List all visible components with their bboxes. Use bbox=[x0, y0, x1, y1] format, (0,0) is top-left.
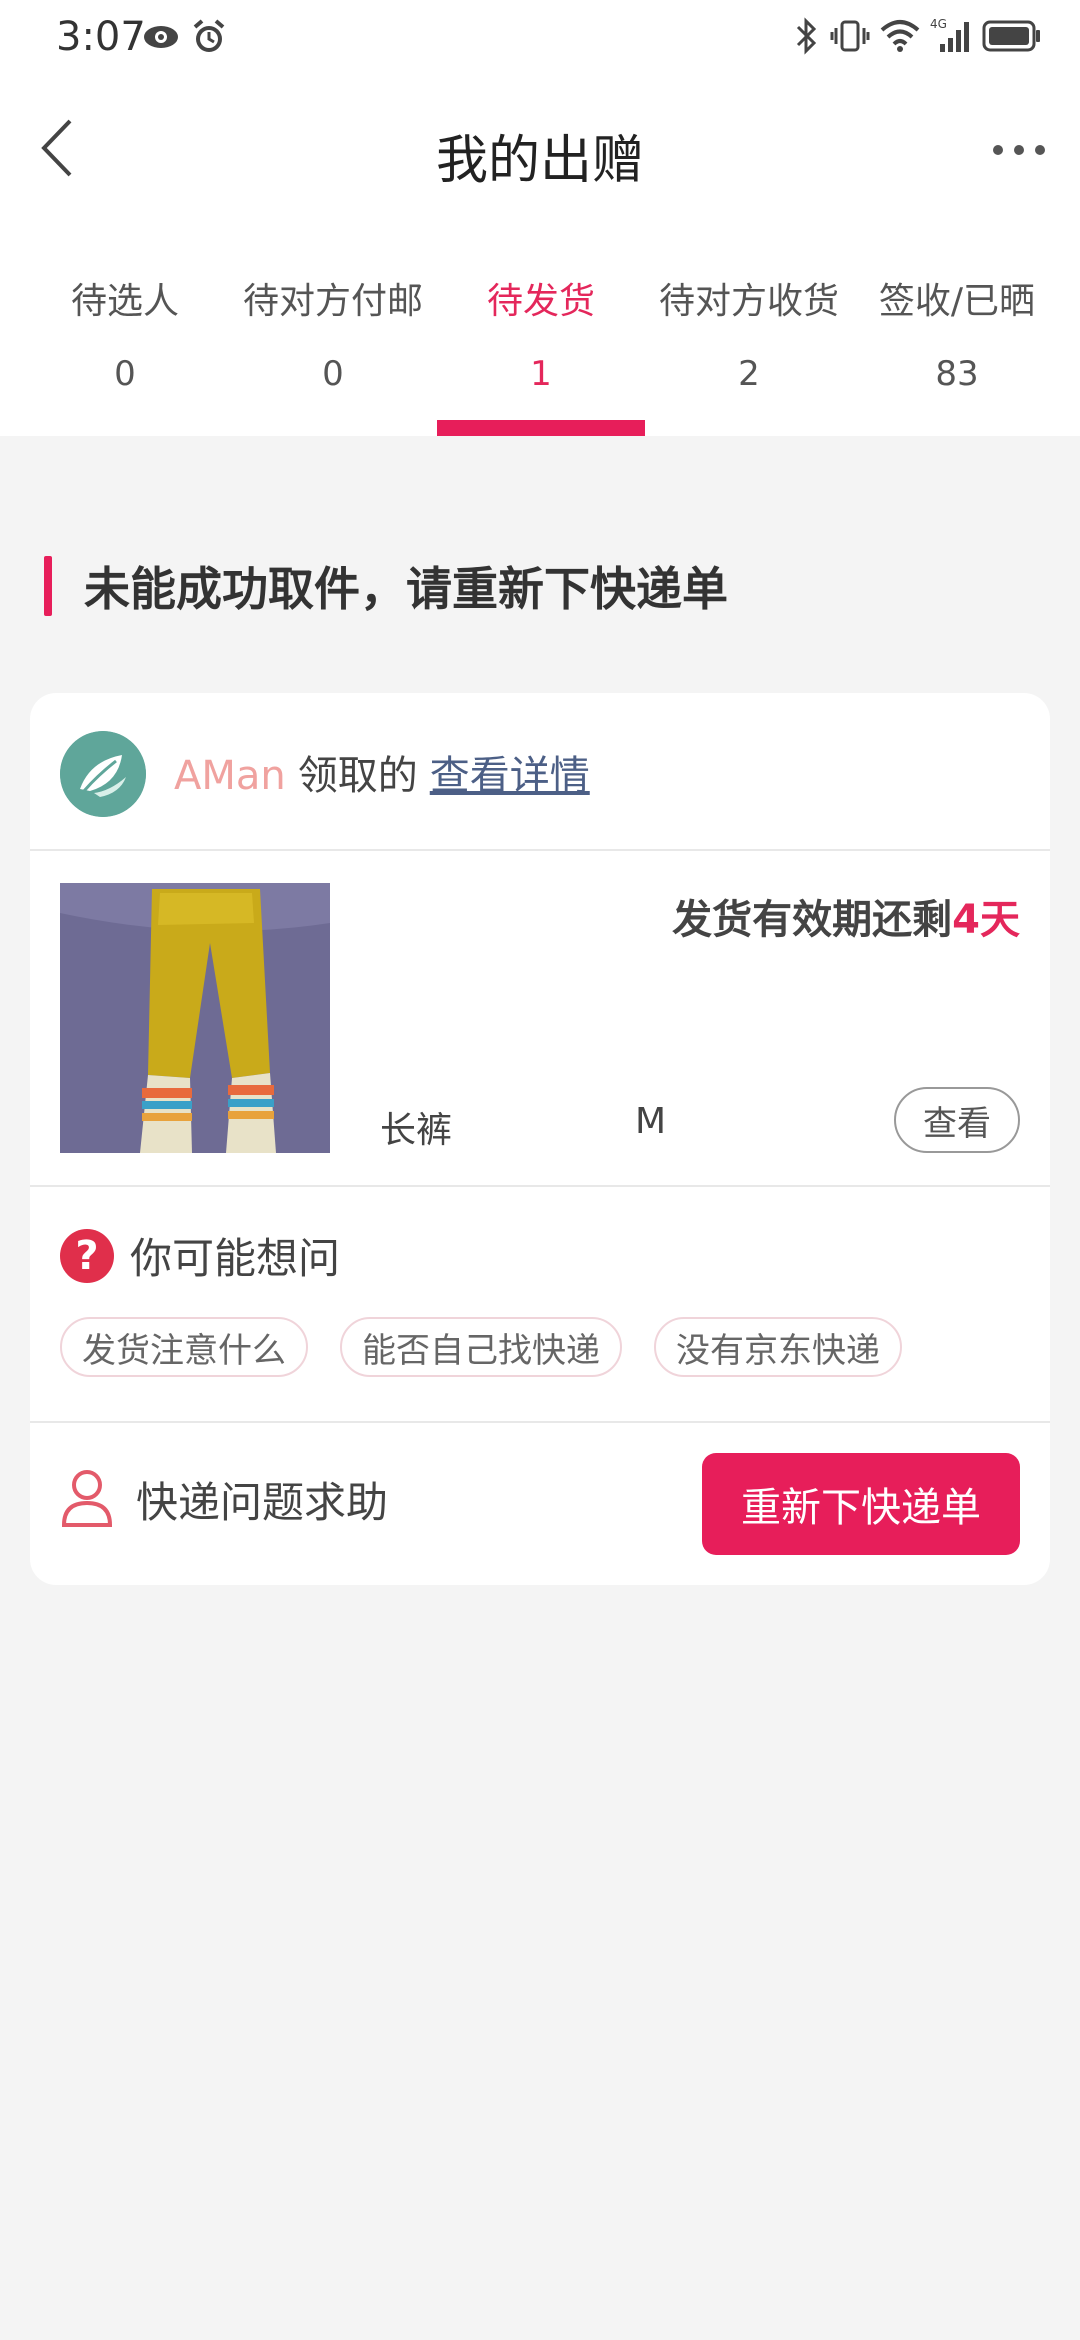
tab-count: 83 bbox=[935, 354, 979, 394]
tab-pending-receipt[interactable]: 待对方收货 2 bbox=[645, 272, 853, 436]
tab-pending-selection[interactable]: 待选人 0 bbox=[21, 272, 229, 436]
question-circle-icon: ? bbox=[60, 1228, 114, 1283]
signal-4g-icon: 4G bbox=[930, 16, 972, 60]
courier-help-label: 快递问题求助 bbox=[136, 1477, 389, 1527]
item-name: 长裤 bbox=[380, 1110, 453, 1151]
eye-icon bbox=[142, 18, 180, 60]
status-tabs: 待选人 0 待对方付邮 0 待发货 1 待对方收货 2 签收/已晒 83 bbox=[0, 226, 1080, 436]
header: 我的出赠 bbox=[0, 76, 1080, 226]
bluetooth-icon bbox=[794, 16, 820, 60]
heading-accent-bar bbox=[44, 556, 52, 616]
view-details-link[interactable]: 查看详情 bbox=[430, 753, 590, 799]
status-time: 3:07 bbox=[56, 14, 146, 60]
page-title: 我的出赠 bbox=[435, 131, 644, 191]
courier-help-row: 快递问题求助 重新下快递单 bbox=[30, 1423, 1050, 1585]
tab-pending-postage[interactable]: 待对方付邮 0 bbox=[229, 272, 437, 436]
person-icon bbox=[60, 1467, 114, 1531]
tab-pending-shipment[interactable]: 待发货 1 bbox=[437, 272, 645, 436]
view-item-button[interactable]: 查看 bbox=[894, 1087, 1020, 1153]
deadline-days: 4天 bbox=[952, 897, 1020, 943]
faq-chip-shipping-notes[interactable]: 发货注意什么 bbox=[60, 1317, 308, 1377]
more-horizontal-icon bbox=[991, 142, 1047, 161]
active-tab-indicator bbox=[437, 420, 645, 436]
wifi-icon bbox=[880, 18, 920, 58]
status-bar: 3:07 4G bbox=[0, 0, 1080, 76]
faq-title: 你可能想问 bbox=[130, 1234, 341, 1283]
tab-label: 待选人 bbox=[70, 281, 179, 322]
faq-section: ? 你可能想问 发货注意什么 能否自己找快递 没有京东快递 bbox=[30, 1187, 1050, 1417]
faq-chip-no-jd-courier[interactable]: 没有京东快递 bbox=[654, 1317, 902, 1377]
item-photo[interactable] bbox=[60, 883, 330, 1153]
avatar[interactable] bbox=[60, 731, 146, 817]
tab-label: 待对方付邮 bbox=[242, 281, 423, 322]
receiver-name[interactable]: AMan bbox=[174, 753, 286, 799]
faq-chips: 发货注意什么 能否自己找快递 没有京东快递 bbox=[60, 1317, 902, 1377]
more-button[interactable] bbox=[984, 116, 1054, 186]
tab-label: 签收/已晒 bbox=[878, 281, 1036, 322]
tab-count: 0 bbox=[114, 354, 136, 394]
receiver-row: AMan 领取的 查看详情 bbox=[30, 693, 1050, 849]
tab-received-shared[interactable]: 签收/已晒 83 bbox=[853, 272, 1061, 436]
section-heading-text: 未能成功取件，请重新下快递单 bbox=[84, 562, 728, 616]
tab-label: 待对方收货 bbox=[658, 281, 839, 322]
tab-label: 待发货 bbox=[486, 281, 595, 322]
courier-help-link[interactable]: 快递问题求助 bbox=[60, 1467, 388, 1531]
receiver-suffix: 领取的 bbox=[297, 753, 418, 799]
deadline-prefix: 发货有效期还剩 bbox=[672, 897, 953, 943]
item-size: M bbox=[635, 1101, 667, 1142]
order-card: AMan 领取的 查看详情 发货有效期还剩4天 长裤 M 查看 ? 你可能想问 … bbox=[30, 693, 1050, 1585]
vibrate-icon bbox=[830, 16, 870, 60]
battery-icon bbox=[982, 19, 1042, 57]
svg-text:4G: 4G bbox=[930, 17, 947, 31]
faq-chip-own-courier[interactable]: 能否自己找快递 bbox=[340, 1317, 622, 1377]
tab-count: 1 bbox=[530, 354, 552, 394]
tab-count: 0 bbox=[322, 354, 344, 394]
item-row: 发货有效期还剩4天 长裤 M 查看 bbox=[30, 851, 1050, 1153]
reorder-courier-button[interactable]: 重新下快递单 bbox=[702, 1453, 1020, 1555]
shipping-deadline: 发货有效期还剩4天 bbox=[672, 887, 1020, 945]
section-heading: 未能成功取件，请重新下快递单 bbox=[44, 555, 728, 617]
tab-count: 2 bbox=[738, 354, 760, 394]
alarm-icon bbox=[190, 18, 228, 60]
